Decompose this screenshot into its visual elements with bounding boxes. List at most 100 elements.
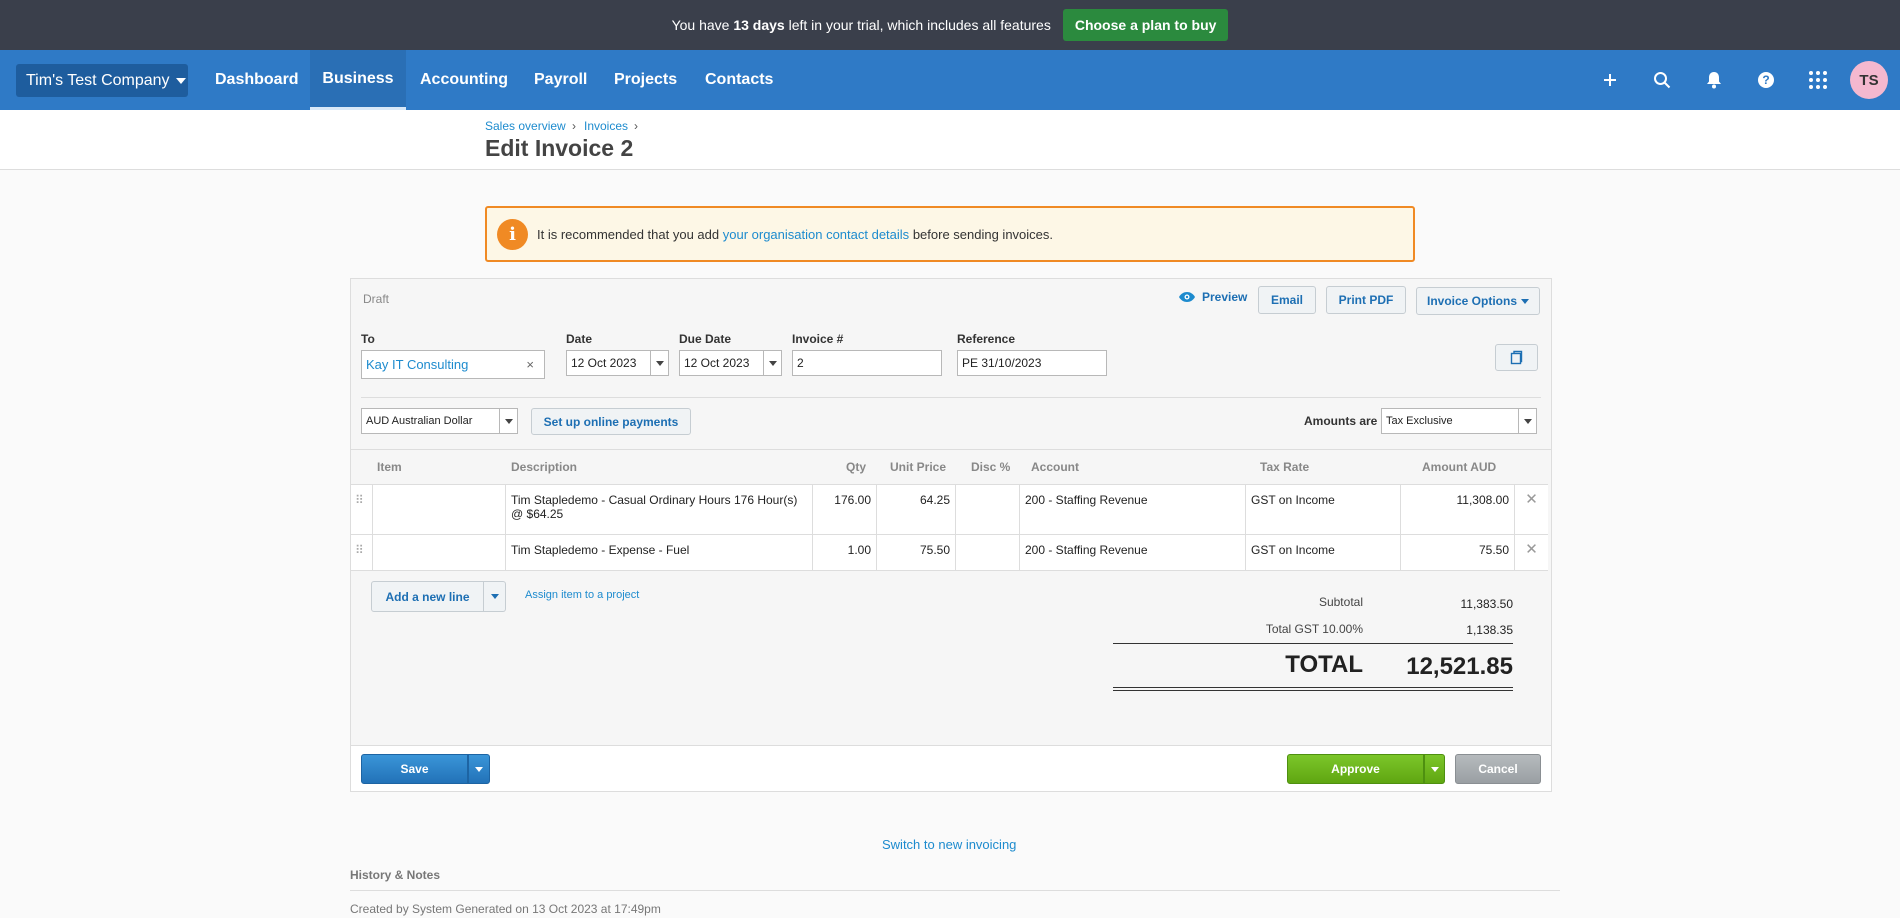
nav-dashboard[interactable]: Dashboard [215,50,299,110]
history-entry: Created by System Generated on 13 Oct 20… [350,902,661,916]
cancel-button[interactable]: Cancel [1455,754,1541,784]
total-value: 12,521.85 [1406,653,1513,680]
breadcrumb-separator: › [634,119,638,133]
date-label: Date [566,332,593,346]
invoice-line: ⠿ Tim Stapledemo - Casual Ordinary Hours… [351,484,1548,534]
page-title: Edit Invoice 2 [485,135,634,161]
assign-project-link[interactable]: Assign item to a project [525,589,639,601]
column-unit-price: Unit Price [890,460,947,474]
subtotal-label: Subtotal [1318,595,1363,609]
amount-cell[interactable]: 11,308.00 [1401,485,1515,534]
invoice-number-field[interactable]: 2 [792,350,942,376]
divider [350,890,1560,891]
drag-handle-icon[interactable]: ⠿ [351,485,372,534]
divider [361,397,1541,398]
currency-select[interactable]: AUD Australian Dollar [361,408,518,434]
reference-field[interactable]: PE 31/10/2023 [957,350,1107,376]
unit-price-cell[interactable]: 64.25 [877,485,956,534]
account-cell[interactable]: 200 - Staffing Revenue [1020,535,1246,570]
item-cell[interactable] [372,485,506,534]
add-line-dropdown[interactable] [484,581,506,612]
subtotal-value: 11,383.50 [1460,597,1514,611]
due-date-field[interactable]: 12 Oct 2023 [679,350,782,376]
organisation-details-link[interactable]: your organisation contact details [723,227,909,242]
search-icon[interactable] [1642,50,1682,110]
caret-down-icon [175,77,186,84]
account-cell[interactable]: 200 - Staffing Revenue [1020,485,1246,534]
apps-grid-icon[interactable] [1798,50,1838,110]
preview-button[interactable]: Preview [1178,290,1247,304]
gst-label: Total GST 10.00% [1265,622,1363,636]
tax-rate-cell[interactable]: GST on Income [1246,485,1401,534]
column-account: Account [1031,460,1079,474]
trial-banner: You have 13 days left in your trial, whi… [0,0,1900,50]
discount-cell[interactable] [956,485,1020,534]
nav-accounting[interactable]: Accounting [420,50,508,110]
description-cell[interactable]: Tim Stapledemo - Casual Ordinary Hours 1… [506,485,813,534]
invoice-line: ⠿ Tim Stapledemo - Expense - Fuel 1.00 7… [351,534,1548,571]
info-icon: i [497,218,528,250]
add-icon[interactable] [1590,50,1630,110]
nav-projects[interactable]: Projects [614,50,677,110]
invoice-options-button[interactable]: Invoice Options [1416,287,1540,315]
qty-cell[interactable]: 176.00 [813,485,877,534]
amounts-are-select[interactable]: Tax Exclusive [1381,408,1537,434]
setup-online-payments-button[interactable]: Set up online payments [531,408,691,435]
user-avatar[interactable]: TS [1850,61,1888,99]
nav-payroll[interactable]: Payroll [534,50,587,110]
approve-options-dropdown[interactable] [1424,754,1445,784]
history-title: History & Notes [350,868,441,882]
column-disc: Disc % [971,460,1011,474]
total-label: TOTAL [1285,651,1363,678]
breadcrumb-separator: › [572,119,576,133]
reference-label: Reference [957,332,1016,346]
email-button[interactable]: Email [1258,286,1316,314]
amounts-dropdown-icon[interactable] [1518,409,1536,433]
divider [1113,643,1513,644]
organisation-name: Tim's Test Company [26,71,170,89]
clear-icon[interactable]: × [526,357,534,372]
due-date-dropdown-icon[interactable] [763,351,781,375]
column-amount: Amount AUD [1422,460,1497,474]
add-new-line-button[interactable]: Add a new line [371,581,484,612]
description-cell[interactable]: Tim Stapledemo - Expense - Fuel [506,535,813,570]
to-label: To [361,332,375,346]
delete-line-icon[interactable]: ✕ [1515,485,1548,534]
item-cell[interactable] [372,535,506,570]
invoice-number-label: Invoice # [792,332,844,346]
unit-price-cell[interactable]: 75.50 [877,535,956,570]
bell-icon[interactable] [1694,50,1734,110]
tax-rate-cell[interactable]: GST on Income [1246,535,1401,570]
currency-dropdown-icon[interactable] [499,409,517,433]
divider [351,449,1551,450]
nav-business[interactable]: Business [310,50,406,110]
qty-cell[interactable]: 1.00 [813,535,877,570]
breadcrumb-sales-overview[interactable]: Sales overview [485,119,566,133]
copy-invoice-icon[interactable] [1495,344,1538,371]
date-field[interactable]: 12 Oct 2023 [566,350,669,376]
eye-icon [1179,292,1195,302]
delete-line-icon[interactable]: ✕ [1515,535,1548,570]
save-options-dropdown[interactable] [468,754,490,784]
drag-handle-icon[interactable]: ⠿ [351,535,372,570]
nav-contacts[interactable]: Contacts [705,50,773,110]
approve-button[interactable]: Approve [1287,754,1424,784]
invoice-status: Draft [363,292,390,306]
amount-cell[interactable]: 75.50 [1401,535,1515,570]
choose-plan-button[interactable]: Choose a plan to buy [1062,9,1229,41]
double-underline [1113,687,1513,691]
page-header [0,110,1900,170]
print-pdf-button[interactable]: Print PDF [1326,286,1406,314]
help-icon[interactable]: ? [1746,50,1786,110]
trial-message: You have 13 days left in your trial, whi… [671,17,1051,33]
switch-to-new-invoicing-link[interactable]: Switch to new invoicing [882,837,1016,852]
organisation-switcher[interactable]: Tim's Test Company [16,64,188,97]
column-description: Description [511,460,578,474]
save-button[interactable]: Save [361,754,468,784]
date-dropdown-icon[interactable] [650,351,668,375]
contact-field[interactable]: Kay IT Consulting × [361,350,545,379]
discount-cell[interactable] [956,535,1020,570]
svg-text:?: ? [1762,73,1769,87]
caret-down-icon [1521,298,1529,304]
breadcrumb-invoices[interactable]: Invoices [584,119,628,133]
